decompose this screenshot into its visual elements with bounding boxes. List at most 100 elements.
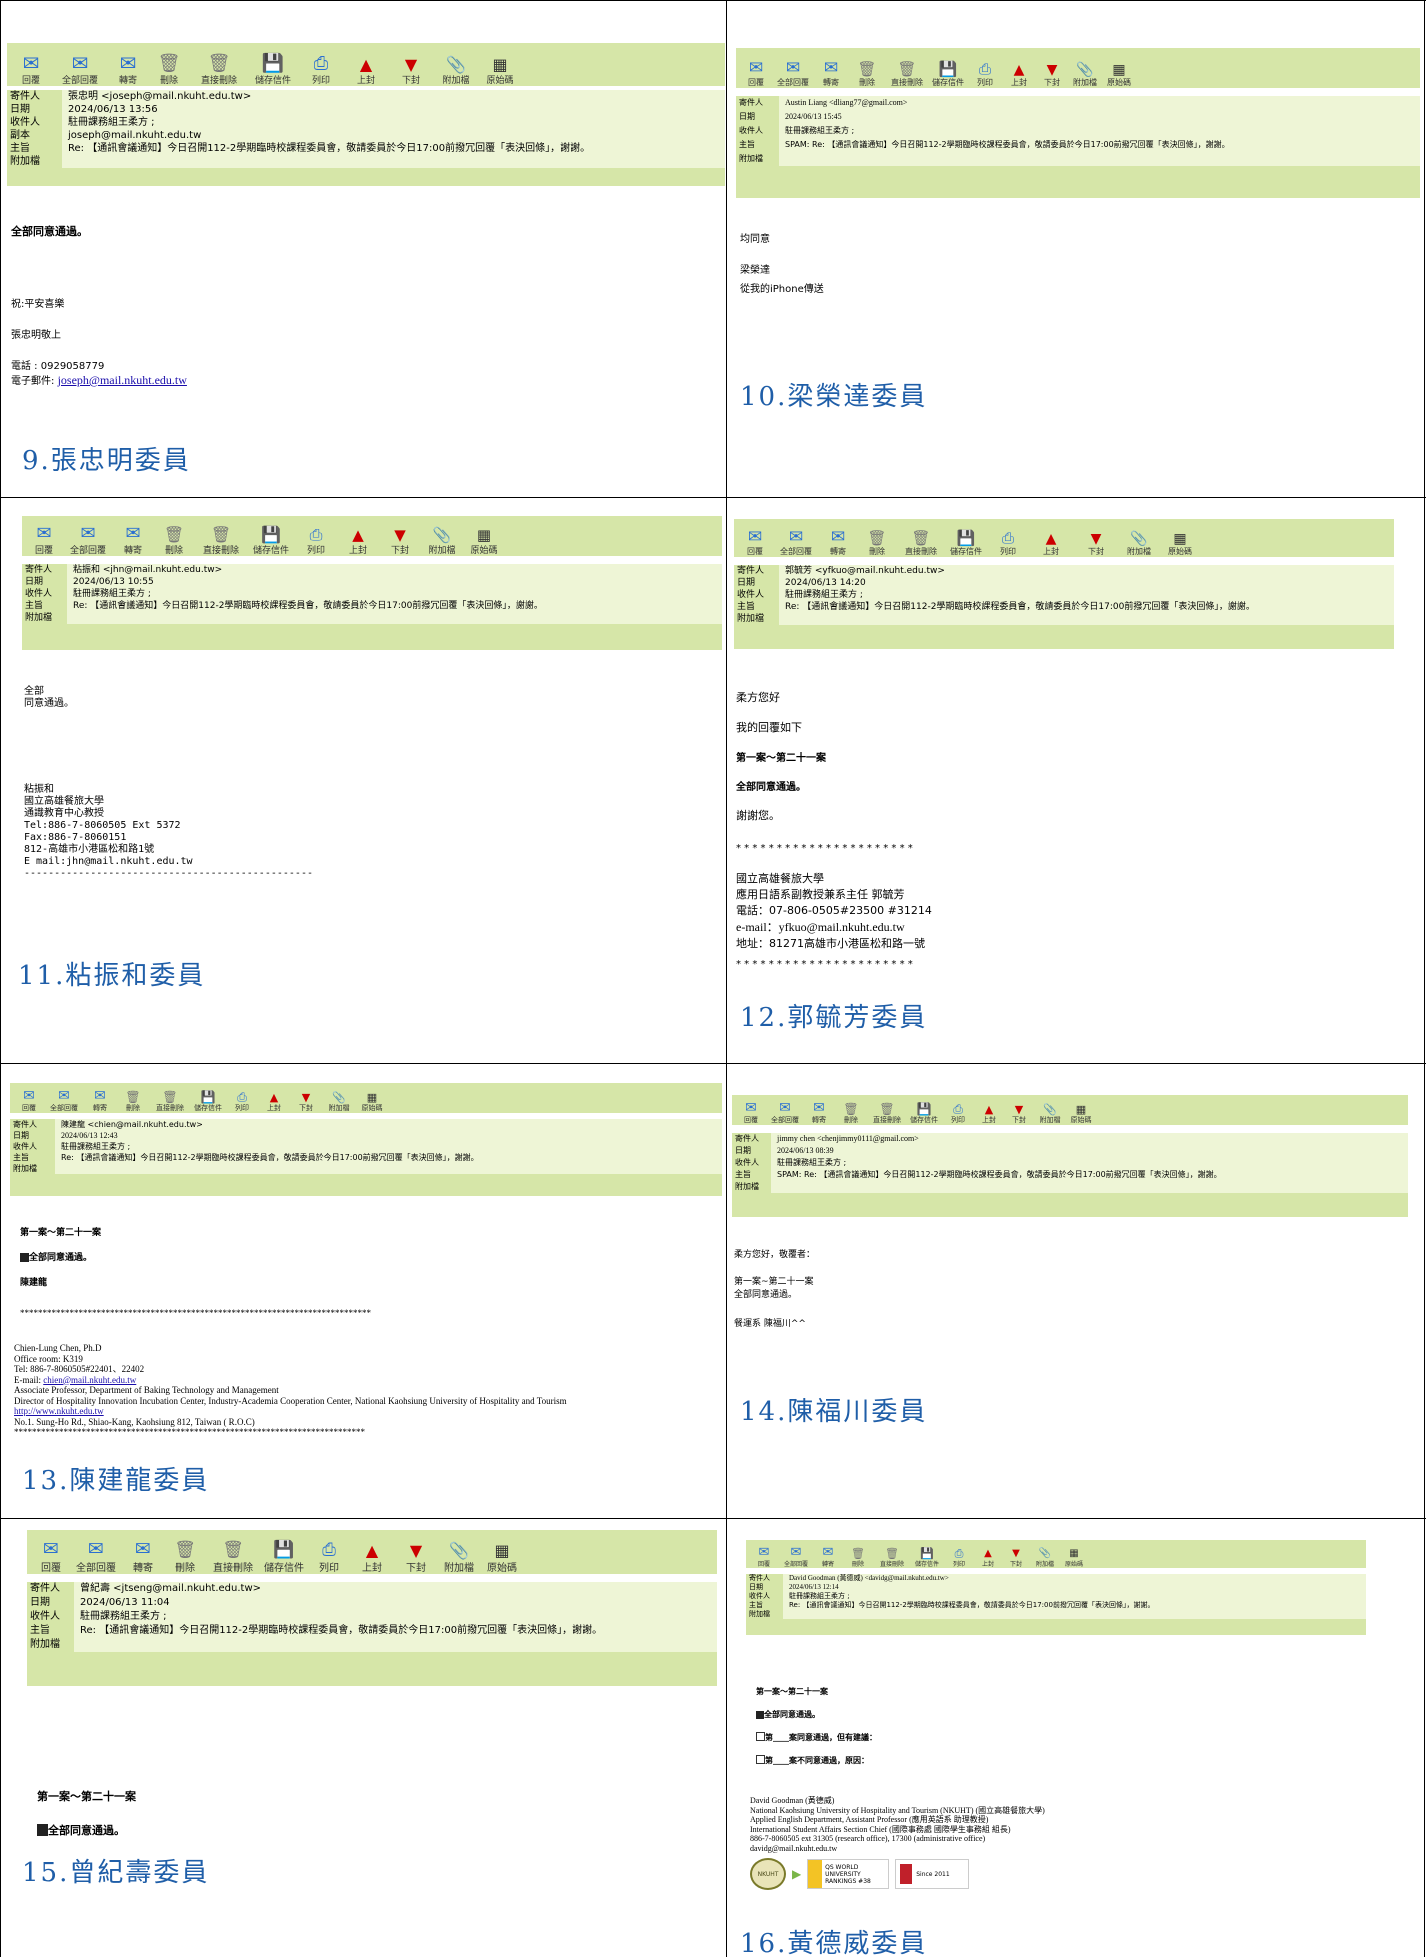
mail-toolbar: ✉ 回覆 ✉ 全部回覆 ✉ 轉寄 🗑 刪除 🗑 直接刪除 💾 儲存信件 ⎙ 列印 ▲ 上封 ▼ 下… bbox=[732, 1095, 1408, 1125]
toolbar-button[interactable]: 📎 附加檔 bbox=[1034, 1097, 1066, 1125]
toolbar-button[interactable]: ▦ 原始碼 bbox=[464, 518, 504, 557]
toolbar-button[interactable]: ✉ 回覆 bbox=[11, 46, 51, 86]
toolbar-button[interactable]: ▦ 原始碼 bbox=[1102, 50, 1136, 88]
toolbar-button[interactable]: 🗑 直接刪除 bbox=[207, 1532, 259, 1575]
toolbar-button[interactable]: ▼ 下封 bbox=[395, 1532, 437, 1575]
toolbar-button[interactable]: ✉ 全部回覆 bbox=[69, 1532, 123, 1575]
toolbar-button[interactable]: ✉ 全部回覆 bbox=[62, 518, 114, 557]
toolbar-button[interactable]: ✉ 回覆 bbox=[750, 1542, 778, 1568]
website-link[interactable]: http://www.nkuht.edu.tw bbox=[14, 1406, 104, 1416]
reply-all-icon: ✉ bbox=[58, 1088, 70, 1104]
next-mail-icon: ▼ bbox=[404, 55, 418, 74]
toolbar-button[interactable]: 💾 儲存信件 bbox=[944, 521, 988, 557]
toolbar-button[interactable]: 🗑 刪除 bbox=[163, 1532, 207, 1575]
toolbar-button[interactable]: ✉ 回覆 bbox=[26, 518, 62, 557]
toolbar-button[interactable]: ✉ 轉寄 bbox=[123, 1532, 163, 1575]
toolbar-button[interactable]: 💾 儲存信件 bbox=[910, 1542, 944, 1568]
checkbox-icon bbox=[756, 1732, 765, 1741]
delete-icon: 🗑 bbox=[851, 1547, 865, 1560]
toolbar-button[interactable]: ⎙ 列印 bbox=[944, 1542, 974, 1568]
toolbar-button[interactable]: 💾 儲存信件 bbox=[190, 1085, 226, 1113]
toolbar-button[interactable]: ⎙ 列印 bbox=[299, 46, 343, 87]
toolbar-button[interactable]: 📎 附加檔 bbox=[1068, 50, 1102, 88]
toolbar-button[interactable]: 💾 儲存信件 bbox=[247, 46, 299, 87]
toolbar-button[interactable]: ▼ 下封 bbox=[1004, 1097, 1034, 1125]
toolbar-button[interactable]: ▲ 上封 bbox=[349, 1532, 395, 1575]
toolbar-button[interactable]: ▦ 原始碼 bbox=[1060, 1542, 1088, 1569]
toolbar-button[interactable]: 🗑 直接刪除 bbox=[874, 1542, 910, 1568]
toolbar-button[interactable]: ▦ 原始碼 bbox=[479, 46, 521, 87]
toolbar-button[interactable]: 🗑 直接刪除 bbox=[191, 46, 247, 87]
toolbar-button[interactable]: 🗑 直接刪除 bbox=[868, 1097, 906, 1125]
toolbar-button[interactable]: ▦ 原始碼 bbox=[356, 1085, 388, 1113]
reply-all-icon: ✉ bbox=[80, 523, 96, 544]
toolbar-button[interactable]: ✉ 全部回覆 bbox=[51, 46, 109, 86]
toolbar-button[interactable]: ✉ 轉寄 bbox=[814, 1542, 842, 1568]
toolbar-button[interactable]: 🗑 刪除 bbox=[152, 518, 196, 557]
toolbar-button[interactable]: ▲ 上封 bbox=[974, 1097, 1004, 1125]
toolbar-button[interactable]: ✉ 全部回覆 bbox=[766, 1097, 804, 1125]
toolbar-button[interactable]: ✉ 全部回覆 bbox=[778, 1542, 814, 1568]
toolbar-button[interactable]: ▼ 下封 bbox=[290, 1085, 322, 1113]
toolbar-button[interactable]: ⎙ 列印 bbox=[988, 521, 1028, 557]
toolbar-button[interactable]: ▦ 原始碼 bbox=[1160, 521, 1200, 557]
toolbar-button[interactable]: 📎 附加檔 bbox=[437, 1532, 481, 1575]
toolbar-button[interactable]: ✉ 回覆 bbox=[736, 1097, 766, 1125]
toolbar-button[interactable]: ▼ 下封 bbox=[380, 518, 420, 557]
toolbar-button[interactable]: ✉ 轉寄 bbox=[820, 521, 856, 557]
toolbar-button[interactable]: ▼ 下封 bbox=[1002, 1542, 1030, 1569]
toolbar-button[interactable]: 📎 附加檔 bbox=[420, 518, 464, 557]
toolbar-button[interactable]: ✉ 轉寄 bbox=[84, 1085, 116, 1113]
toolbar-button[interactable]: 🗑 刪除 bbox=[842, 1542, 874, 1568]
toolbar-button[interactable]: ▼ 下封 bbox=[1074, 521, 1118, 557]
toolbar-button[interactable]: ⎙ 列印 bbox=[226, 1085, 258, 1113]
toolbar-button[interactable]: ✉ 回覆 bbox=[738, 521, 772, 557]
toolbar-button[interactable]: 🗑 直接刪除 bbox=[886, 50, 928, 88]
body-line: 812-高雄市小港區松和路1號 bbox=[24, 844, 155, 855]
toolbar-button[interactable]: ▲ 上封 bbox=[1028, 521, 1074, 557]
toolbar-button[interactable]: 🗑 直接刪除 bbox=[898, 521, 944, 557]
toolbar-button[interactable]: 🗑 刪除 bbox=[856, 521, 898, 557]
email-link[interactable]: chien@mail.nkuht.edu.tw bbox=[43, 1375, 136, 1385]
toolbar-button[interactable]: 🗑 刪除 bbox=[116, 1085, 150, 1113]
toolbar-button[interactable]: ✉ 全部回覆 bbox=[772, 521, 820, 557]
toolbar-button[interactable]: ▼ 下封 bbox=[389, 46, 433, 87]
toolbar-button[interactable]: 📎 附加檔 bbox=[1030, 1542, 1060, 1569]
toolbar-button[interactable]: 💾 儲存信件 bbox=[906, 1097, 942, 1125]
toolbar-button[interactable]: 🗑 直接刪除 bbox=[150, 1085, 190, 1113]
email-link[interactable]: joseph@mail.nkuht.edu.tw bbox=[58, 373, 187, 387]
toolbar-button[interactable]: ▦ 原始碼 bbox=[481, 1532, 523, 1575]
toolbar-button[interactable]: ▼ 下封 bbox=[1036, 50, 1068, 88]
toolbar-button[interactable]: ⎙ 列印 bbox=[968, 50, 1002, 88]
toolbar-button[interactable]: ⎙ 列印 bbox=[296, 518, 336, 557]
toolbar-button[interactable]: ✉ 回覆 bbox=[740, 50, 772, 88]
toolbar-button[interactable]: ▲ 上封 bbox=[1002, 50, 1036, 88]
toolbar-button[interactable]: 📎 附加檔 bbox=[433, 46, 479, 87]
toolbar-button[interactable]: 💾 儲存信件 bbox=[928, 50, 968, 88]
toolbar-button[interactable]: ✉ 全部回覆 bbox=[44, 1085, 84, 1113]
toolbar-button[interactable]: ✉ 轉寄 bbox=[109, 46, 147, 86]
toolbar-button[interactable]: ✉ 轉寄 bbox=[114, 518, 152, 557]
toolbar-button[interactable]: ▲ 上封 bbox=[343, 46, 389, 87]
toolbar-button[interactable]: ▦ 原始碼 bbox=[1066, 1097, 1096, 1125]
toolbar-button[interactable]: ✉ 轉寄 bbox=[814, 50, 848, 88]
toolbar-button[interactable]: 💾 儲存信件 bbox=[246, 518, 296, 557]
toolbar-button[interactable]: 🗑 刪除 bbox=[834, 1097, 868, 1125]
toolbar-button[interactable]: 🗑 刪除 bbox=[848, 50, 886, 88]
toolbar-button[interactable]: 🗑 刪除 bbox=[147, 46, 191, 87]
toolbar-button[interactable]: ▲ 上封 bbox=[258, 1085, 290, 1113]
body-line: 從我的iPhone傳送 bbox=[740, 284, 824, 295]
toolbar-button[interactable]: ✉ 回覆 bbox=[33, 1532, 69, 1575]
body-line: 全部同意通過。 bbox=[736, 782, 806, 793]
toolbar-button[interactable]: ▲ 上封 bbox=[336, 518, 380, 557]
toolbar-button[interactable]: 📎 附加檔 bbox=[322, 1085, 356, 1113]
toolbar-button[interactable]: 💾 儲存信件 bbox=[259, 1532, 309, 1575]
toolbar-button[interactable]: ✉ 全部回覆 bbox=[772, 50, 814, 88]
toolbar-button[interactable]: ✉ 回覆 bbox=[14, 1085, 44, 1113]
toolbar-button[interactable]: 🗑 直接刪除 bbox=[196, 518, 246, 557]
toolbar-button[interactable]: ⎙ 列印 bbox=[942, 1097, 974, 1125]
toolbar-button[interactable]: ✉ 轉寄 bbox=[804, 1097, 834, 1125]
toolbar-button[interactable]: ⎙ 列印 bbox=[309, 1532, 349, 1575]
toolbar-button[interactable]: ▲ 上封 bbox=[974, 1542, 1002, 1569]
toolbar-button[interactable]: 📎 附加檔 bbox=[1118, 521, 1160, 557]
